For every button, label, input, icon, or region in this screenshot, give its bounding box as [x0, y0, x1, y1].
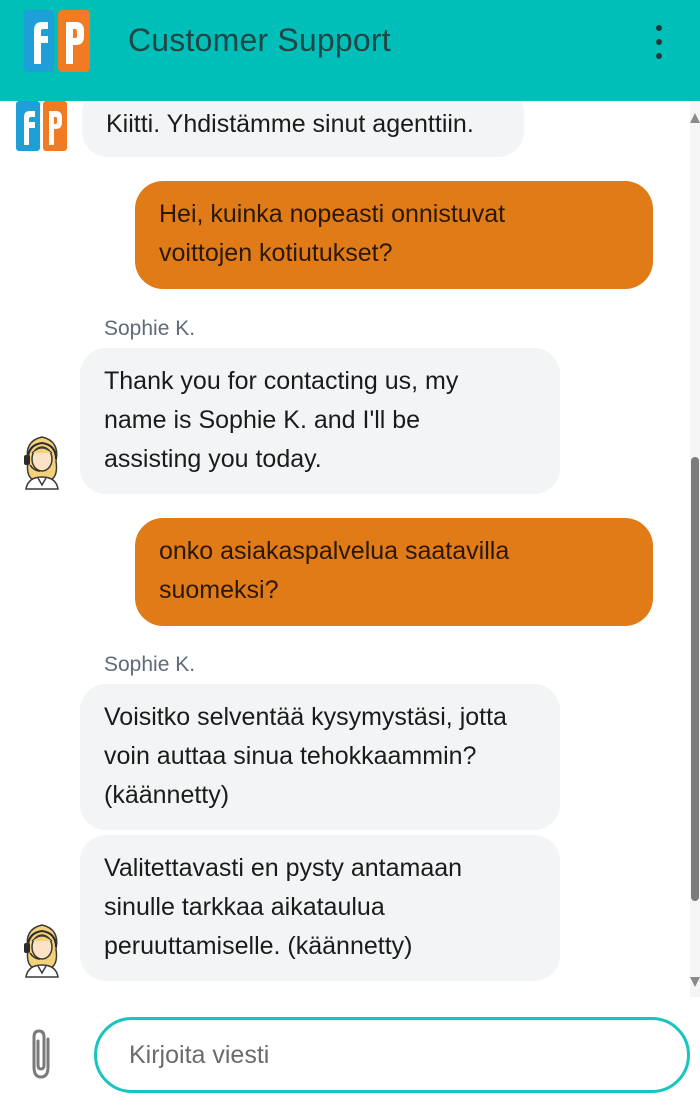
message-input[interactable] — [94, 1017, 690, 1093]
message-line: voittojen kotiutukset? — [159, 239, 393, 267]
agent-headset-avatar-icon — [18, 431, 66, 490]
agent-message: Thank you for contacting us, my name is … — [80, 348, 560, 494]
chat-scrollbar[interactable] — [690, 101, 700, 997]
sender-name: Sophie K. — [104, 653, 196, 676]
message-line: suomeksi? — [159, 576, 279, 604]
scrollbar-thumb[interactable] — [691, 457, 699, 901]
bot-logo-avatar — [16, 101, 68, 153]
message-line: Valitettavasti en pysty antamaan — [104, 854, 463, 882]
more-vertical-icon — [656, 25, 662, 31]
attach-file-button[interactable] — [24, 1025, 58, 1083]
scroll-down-arrow-icon[interactable] — [690, 977, 700, 987]
paperclip-icon — [32, 1029, 50, 1079]
message-line: sinulle tarkkaa aikataulua — [104, 893, 385, 921]
agent-headset-avatar-icon — [18, 919, 66, 978]
message-line: name is Sophie K. and I'll be — [104, 406, 421, 434]
sender-name: Sophie K. — [104, 317, 196, 340]
more-options-button[interactable] — [652, 25, 666, 59]
message-text: Kiitti. Yhdistämme sinut agenttiin. — [106, 110, 474, 138]
agent-message: Valitettavasti en pysty antamaan sinulle… — [80, 835, 560, 981]
user-message: onko asiakaspalvelua saatavilla suomeksi… — [135, 518, 653, 626]
message-line: peruuttamiselle. (käännetty) — [104, 932, 413, 960]
message-line: assisting you today. — [104, 445, 322, 473]
message-composer — [0, 997, 700, 1108]
user-message: Hei, kuinka nopeasti onnistuvat voittoje… — [135, 181, 653, 289]
message-line: Thank you for contacting us, my — [104, 367, 459, 395]
message-line: onko asiakaspalvelua saatavilla — [159, 537, 510, 565]
message-line: (käännetty) — [104, 781, 230, 809]
message-line: Voisitko selventää kysymystäsi, jotta — [104, 703, 507, 731]
message-line: Hei, kuinka nopeasti onnistuvat — [159, 200, 506, 228]
chat-message-list[interactable]: Kiitti. Yhdistämme sinut agenttiin. Hei,… — [0, 101, 690, 997]
brand-logo — [24, 8, 92, 74]
message-line: voin auttaa sinua tehokkaammin? — [104, 742, 477, 770]
scroll-up-arrow-icon[interactable] — [690, 113, 700, 123]
chat-header: Customer Support — [0, 0, 700, 101]
bot-message: Kiitti. Yhdistämme sinut agenttiin. — [82, 101, 524, 157]
agent-message: Voisitko selventää kysymystäsi, jotta vo… — [80, 684, 560, 830]
header-title: Customer Support — [128, 22, 391, 58]
